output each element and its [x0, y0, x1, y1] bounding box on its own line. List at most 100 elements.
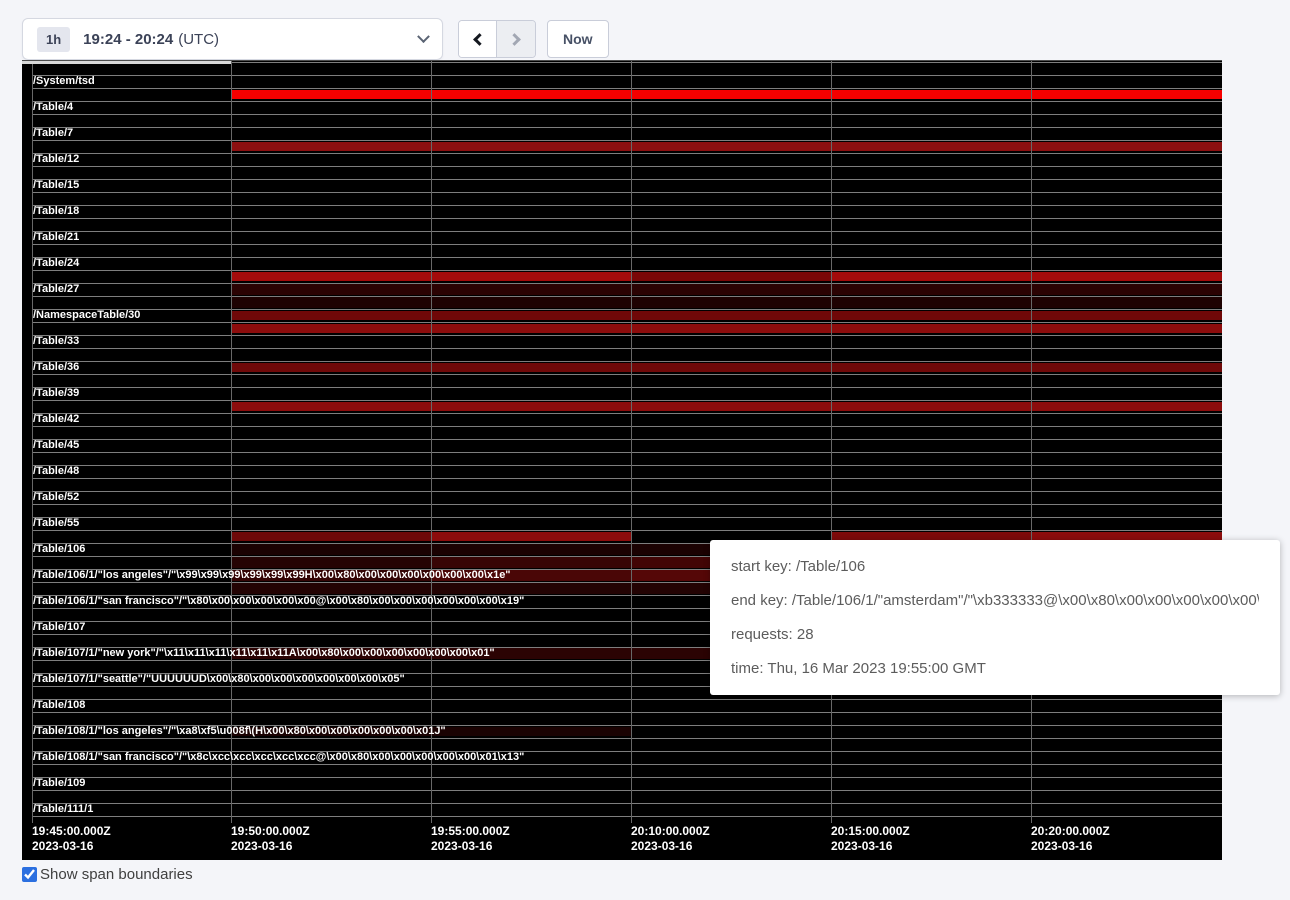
timezone-label: (UTC) — [178, 31, 219, 48]
span-boundary-line — [32, 166, 1222, 167]
span-boundary-line — [32, 400, 1222, 401]
time-grid-line — [631, 61, 632, 823]
heatmap-band — [831, 272, 1222, 281]
hover-tooltip: start key: /Table/106 end key: /Table/10… — [710, 540, 1280, 695]
duration-badge: 1h — [37, 27, 70, 52]
span-boundary-line — [32, 712, 1222, 713]
span-boundary-line — [32, 803, 1222, 804]
span-boundary-line — [32, 790, 1222, 791]
span-boundary-line — [32, 413, 1222, 414]
row-label: /Table/24 — [33, 257, 79, 270]
next-time-button[interactable] — [497, 21, 535, 57]
row-label: /Table/55 — [33, 517, 79, 530]
row-label: /Table/18 — [33, 205, 79, 218]
time-grid-line — [431, 61, 432, 823]
row-label: /Table/21 — [33, 231, 79, 244]
heatmap-canvas[interactable]: /System/tsd/Table/4/Table/7/Table/12/Tab… — [22, 60, 1222, 860]
span-boundary-line — [32, 738, 1222, 739]
span-boundary-line — [32, 75, 1222, 76]
heatmap-band — [231, 142, 1222, 151]
span-boundary-line — [32, 296, 1222, 297]
span-boundary-line — [32, 283, 1222, 284]
tooltip-time: time: Thu, 16 Mar 2023 19:55:00 GMT — [731, 652, 1259, 686]
footer: Show span boundaries — [22, 866, 193, 883]
span-boundary-line — [32, 127, 1222, 128]
row-label: /Table/109 — [33, 777, 85, 790]
span-boundary-line — [32, 374, 1222, 375]
span-boundary-line — [32, 361, 1222, 362]
span-boundary-line — [32, 140, 1222, 141]
tooltip-end-key: end key: /Table/106/1/"amsterdam"/"\xb33… — [731, 584, 1259, 618]
show-span-boundaries-label: Show span boundaries — [40, 866, 193, 883]
heatmap-band — [231, 90, 1222, 99]
heatmap-band — [431, 532, 631, 541]
span-boundary-line — [32, 439, 1222, 440]
span-boundary-line — [32, 387, 1222, 388]
top-activity-strip — [22, 61, 231, 64]
span-boundary-line — [32, 88, 1222, 89]
span-boundary-line — [32, 153, 1222, 154]
axis-tick-label: 20:10:00.000Z2023-03-16 — [631, 824, 710, 854]
row-label: /Table/36 — [33, 361, 79, 374]
span-boundary-line — [32, 777, 1222, 778]
row-label: /Table/39 — [33, 387, 79, 400]
toolbar: 1h 19:24 - 20:24 (UTC) Now — [0, 0, 1290, 60]
axis-tick-label: 19:55:00.000Z2023-03-16 — [431, 824, 510, 854]
row-label: /Table/106 — [33, 543, 85, 556]
time-range-select[interactable]: 1h 19:24 - 20:24 (UTC) — [22, 18, 443, 60]
span-boundary-line — [32, 231, 1222, 232]
span-boundary-line — [32, 504, 1222, 505]
heatmap-band — [431, 557, 631, 568]
span-boundary-line — [32, 491, 1222, 492]
row-label: /Table/107/1/"seattle"/"UUUUUUD\x00\x80\… — [33, 673, 405, 686]
row-label: /Table/108/1/"san francisco"/"\x8c\xcc\x… — [33, 751, 524, 764]
span-boundary-line — [32, 465, 1222, 466]
span-boundary-line — [32, 517, 1222, 518]
row-label: /Table/107/1/"new york"/"\x11\x11\x11\x1… — [33, 647, 495, 660]
chevron-left-icon — [473, 33, 486, 46]
prev-time-button[interactable] — [459, 21, 497, 57]
row-label: /Table/45 — [33, 439, 79, 452]
heatmap-band — [231, 363, 1222, 372]
row-label: /Table/7 — [33, 127, 73, 140]
span-boundary-line — [32, 452, 1222, 453]
span-boundary-line — [32, 179, 1222, 180]
chevron-down-icon — [417, 30, 430, 43]
span-boundary-line — [32, 764, 1222, 765]
row-label: /Table/12 — [33, 153, 79, 166]
heatmap-band — [231, 311, 1222, 320]
span-boundary-line — [32, 114, 1222, 115]
span-boundary-line — [32, 335, 1222, 336]
heatmap-band — [231, 324, 1222, 333]
span-boundary-line — [32, 699, 1222, 700]
chevron-right-icon — [508, 33, 521, 46]
show-span-boundaries-checkbox[interactable] — [22, 867, 37, 882]
now-button[interactable]: Now — [547, 20, 609, 58]
span-boundary-line — [32, 205, 1222, 206]
span-boundary-line — [32, 101, 1222, 102]
span-boundary-line — [32, 816, 1222, 817]
span-boundary-line — [32, 426, 1222, 427]
row-label: /Table/27 — [33, 283, 79, 296]
row-label: /Table/48 — [33, 465, 79, 478]
span-boundary-line — [32, 530, 1222, 531]
row-label: /NamespaceTable/30 — [33, 309, 140, 322]
span-boundary-line — [32, 192, 1222, 193]
span-boundary-line — [32, 322, 1222, 323]
axis-tick-label: 19:50:00.000Z2023-03-16 — [231, 824, 310, 854]
time-grid-line — [231, 61, 232, 823]
row-label: /Table/111/1 — [33, 803, 93, 816]
span-boundary-line — [32, 348, 1222, 349]
tooltip-requests: requests: 28 — [731, 618, 1259, 652]
span-boundary-line — [32, 270, 1222, 271]
row-label: /Table/108/1/"los angeles"/"\xa8\xf5\u00… — [33, 725, 446, 738]
span-boundary-line — [32, 218, 1222, 219]
span-boundary-line — [32, 257, 1222, 258]
heatmap-band — [231, 297, 1222, 308]
row-label: /Table/15 — [33, 179, 79, 192]
row-label: /Table/106/1/"los angeles"/"\x99\x99\x99… — [33, 569, 511, 582]
time-nav-group — [458, 20, 536, 58]
row-label: /Table/107 — [33, 621, 85, 634]
heatmap-band — [231, 402, 1222, 411]
row-label: /Table/52 — [33, 491, 79, 504]
